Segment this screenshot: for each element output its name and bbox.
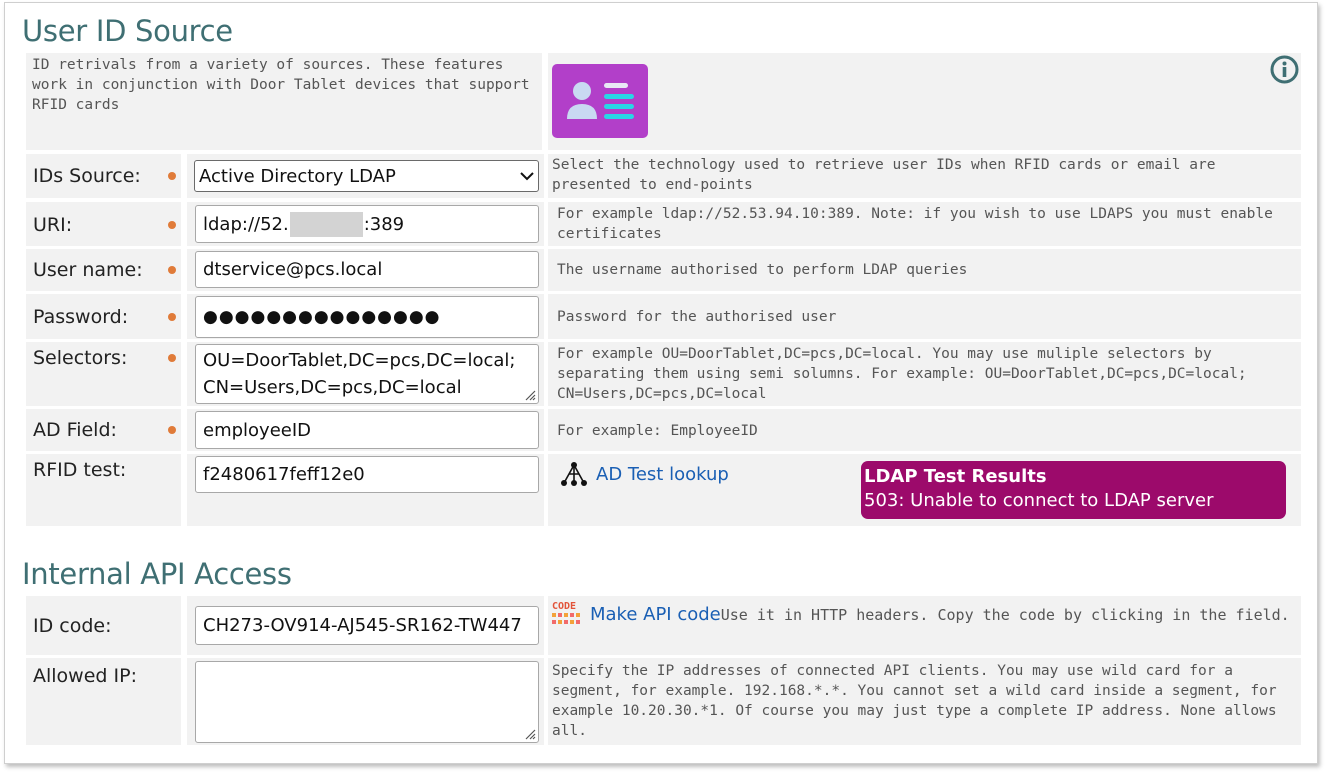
resize-handle-icon[interactable] bbox=[524, 728, 536, 740]
code-icon-text: CODE bbox=[552, 601, 576, 612]
info-icon[interactable] bbox=[1270, 55, 1299, 84]
resize-handle-icon[interactable] bbox=[524, 389, 536, 401]
ad-test-lookup-label: AD Test lookup bbox=[596, 463, 729, 485]
required-indicator bbox=[168, 426, 176, 434]
selectors-input-cell: OU=DoorTablet,DC=pcs,DC=local; CN=Users,… bbox=[187, 342, 544, 406]
ids-source-label-cell: IDs Source: bbox=[26, 154, 181, 198]
chevron-down-icon bbox=[520, 171, 534, 180]
ad-field-input-cell: employeeID bbox=[187, 409, 544, 451]
ids-source-select[interactable]: Active Directory LDAP bbox=[194, 160, 539, 192]
username-label-cell: User name: bbox=[26, 249, 181, 291]
selectors-line-1: OU=DoorTablet,DC=pcs,DC=local; bbox=[203, 350, 516, 371]
ids-source-input-cell: Active Directory LDAP bbox=[187, 154, 544, 198]
password-help: Password for the authorised user bbox=[557, 309, 837, 325]
ids-source-selected-value: Active Directory LDAP bbox=[199, 165, 396, 187]
rfid-test-label: RFID test: bbox=[33, 459, 127, 481]
id-code-label-cell: ID code: bbox=[26, 596, 181, 655]
allowed-ip-label-cell: Allowed IP: bbox=[26, 658, 181, 745]
allowed-ip-input-cell bbox=[187, 658, 544, 745]
allowed-ip-label: Allowed IP: bbox=[33, 665, 137, 687]
ad-test-lookup-link[interactable]: AD Test lookup bbox=[560, 461, 729, 487]
required-indicator bbox=[168, 221, 176, 229]
required-indicator bbox=[168, 266, 176, 274]
uri-label: URI: bbox=[33, 214, 73, 236]
id-code-help: Use it in HTTP headers. Copy the code by… bbox=[720, 606, 1290, 624]
ldap-test-results-message: 503: Unable to connect to LDAP server bbox=[864, 490, 1214, 511]
ad-field-label-cell: AD Field: bbox=[26, 409, 181, 451]
make-api-code-link[interactable]: Make API code bbox=[590, 604, 721, 625]
password-label-cell: Password: bbox=[26, 294, 181, 339]
allowed-ip-help-cell: Specify the IP addresses of connected AP… bbox=[548, 658, 1301, 745]
username-input[interactable]: dtservice@pcs.local bbox=[195, 251, 539, 288]
section-title-internal-api: Internal API Access bbox=[22, 557, 292, 591]
ids-source-help-cell: Select the technology used to retrieve u… bbox=[548, 154, 1301, 198]
uri-label-cell: URI: bbox=[26, 202, 181, 246]
selectors-label: Selectors: bbox=[33, 347, 128, 369]
id-code-help-cell: CODE Make API codeUse it in HTTP headers… bbox=[548, 596, 1301, 655]
id-code-input[interactable]: CH273-OV914-AJ545-SR162-TW447 bbox=[195, 606, 539, 645]
username-label: User name: bbox=[33, 259, 143, 281]
password-help-cell: Password for the authorised user bbox=[548, 294, 1301, 339]
ids-source-help: Select the technology used to retrieve u… bbox=[552, 157, 1216, 193]
rfid-test-input-cell: f2480617feff12e0 bbox=[187, 454, 544, 526]
password-input[interactable]: ●●●●●●●●●●●●●●● bbox=[195, 296, 539, 338]
username-help: The username authorised to perform LDAP … bbox=[557, 262, 968, 278]
selectors-textarea[interactable]: OU=DoorTablet,DC=pcs,DC=local; CN=Users,… bbox=[195, 344, 539, 404]
selectors-line-2: CN=Users,DC=pcs,DC=local bbox=[203, 377, 462, 398]
id-code-help-block: Make API codeUse it in HTTP headers. Cop… bbox=[590, 599, 1295, 631]
required-indicator bbox=[168, 354, 176, 362]
ad-field-input[interactable]: employeeID bbox=[195, 411, 539, 449]
uri-input-cell: ldap://52. :389 bbox=[187, 202, 544, 246]
intro-cell: ID retrivals from a variety of sources. … bbox=[26, 53, 542, 150]
required-indicator bbox=[168, 313, 176, 321]
ad-field-help: For example: EmployeeID bbox=[557, 423, 758, 439]
uri-value-start: ldap://52. bbox=[203, 213, 289, 235]
id-code-input-cell: CH273-OV914-AJ545-SR162-TW447 bbox=[187, 596, 544, 655]
selectors-help-cell: For example OU=DoorTablet,DC=pcs,DC=loca… bbox=[548, 342, 1301, 406]
username-help-cell: The username authorised to perform LDAP … bbox=[548, 249, 1301, 291]
password-input-cell: ●●●●●●●●●●●●●●● bbox=[187, 294, 544, 339]
intro-icon-cell bbox=[548, 53, 1301, 150]
selectors-label-cell: Selectors: bbox=[26, 342, 181, 406]
id-code-label: ID code: bbox=[33, 615, 112, 637]
password-label: Password: bbox=[33, 306, 129, 328]
uri-help-cell: For example ldap://52.53.94.10:389. Note… bbox=[548, 202, 1301, 246]
allowed-ip-textarea[interactable] bbox=[195, 661, 539, 743]
section-title-user-id-source: User ID Source bbox=[22, 14, 233, 48]
id-card-icon bbox=[552, 64, 648, 138]
uri-input[interactable]: ldap://52. :389 bbox=[195, 205, 539, 243]
hierarchy-icon bbox=[561, 462, 587, 486]
ldap-test-results-title: LDAP Test Results bbox=[864, 466, 1047, 487]
allowed-ip-help: Specify the IP addresses of connected AP… bbox=[552, 663, 1277, 739]
intro-text: ID retrivals from a variety of sources. … bbox=[32, 57, 530, 113]
ad-field-help-cell: For example: EmployeeID bbox=[548, 409, 1301, 451]
rfid-test-label-cell: RFID test: bbox=[26, 454, 181, 526]
required-indicator bbox=[168, 172, 176, 180]
uri-value-end: :389 bbox=[363, 213, 405, 235]
ad-field-label: AD Field: bbox=[33, 419, 117, 441]
username-input-cell: dtservice@pcs.local bbox=[187, 249, 544, 291]
code-icon: CODE bbox=[551, 599, 585, 627]
redacted-block bbox=[289, 211, 363, 237]
selectors-help: For example OU=DoorTablet,DC=pcs,DC=loca… bbox=[557, 346, 1247, 402]
uri-help: For example ldap://52.53.94.10:389. Note… bbox=[557, 206, 1273, 242]
ids-source-label: IDs Source: bbox=[33, 165, 141, 187]
ldap-test-results: LDAP Test Results 503: Unable to connect… bbox=[861, 461, 1286, 519]
rfid-test-input[interactable]: f2480617feff12e0 bbox=[195, 456, 539, 493]
